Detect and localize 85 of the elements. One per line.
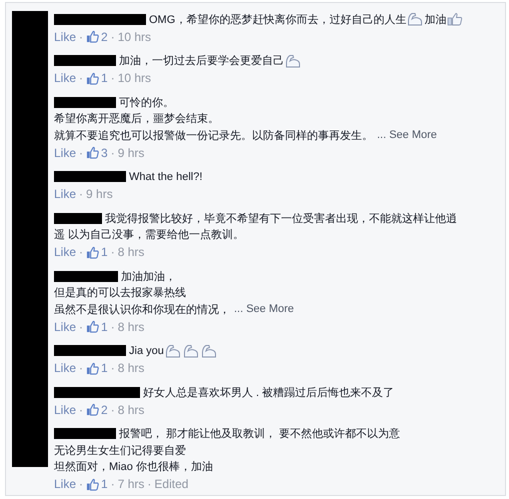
like-count: 2 (101, 30, 108, 44)
flexed-arm-icon (200, 344, 217, 358)
comment-time: 8 hrs (118, 361, 144, 375)
comment-text: 遥 以为自己没事，需要给他一点教训。 (54, 228, 244, 242)
see-more-link[interactable]: ... See More (234, 303, 294, 316)
thumbs-up-icon (86, 478, 100, 490)
comment-text: 虽然不是很认识你和你现在的情况， (54, 302, 230, 317)
separator-dot: · (110, 245, 115, 259)
see-more-link[interactable]: ... See More (377, 129, 437, 142)
comment-text: OMG，希望你的恶梦赶快离你而去，过好自己的人生 (149, 12, 406, 27)
comment-text: 但是真的可以去报家暴热线 (54, 286, 186, 300)
like-count: 3 (101, 146, 108, 160)
separator-dot: · (147, 477, 152, 491)
thumbs-up-icon (86, 30, 100, 43)
like-link[interactable]: Like (54, 361, 76, 375)
like-count: 1 (101, 245, 108, 259)
redaction-bar (54, 428, 116, 440)
redaction-bar (54, 345, 126, 356)
like-link[interactable]: Like (54, 320, 76, 334)
like-link[interactable]: Like (54, 187, 76, 201)
comment-text: 好女人总是喜欢坏男人 . 被糟蹋过后后悔也来不及了 (143, 386, 394, 400)
separator-dot: · (110, 402, 115, 416)
comment-text: 坦然面对，Miao 你也很棒，加油 (54, 460, 213, 474)
separator-dot: · (79, 320, 84, 334)
comment-text: 我觉得报警比较好，毕竟不希望有下一位受害者出现，不能就这样让他逍 (105, 212, 457, 226)
comment-time: 8 hrs (118, 402, 144, 416)
comment-text: 报警吧， 那才能让他及取教训， 要不然他或许都不以为意 (119, 427, 400, 442)
like-count: 1 (101, 477, 108, 491)
separator-dot: · (79, 71, 84, 85)
comment-time: 8 hrs (118, 245, 144, 259)
comment-time: 8 hrs (118, 320, 144, 334)
comment-time: 9 hrs (86, 187, 113, 201)
comment-time: 9 hrs (118, 146, 144, 160)
separator-dot: · (79, 245, 84, 259)
thumbs-up-icon (86, 320, 100, 333)
flexed-arm-icon (407, 12, 424, 26)
like-count: 1 (101, 361, 108, 375)
like-count: 2 (101, 402, 108, 416)
comment-text: 加油加油， (121, 270, 176, 284)
comment-text: 希望你离开恶魔后，噩梦会结束。 (54, 112, 219, 126)
like-link[interactable]: Like (54, 245, 76, 259)
edited-label: Edited (154, 477, 188, 491)
separator-dot: · (79, 187, 84, 201)
flexed-arm-icon (164, 344, 181, 358)
like-link[interactable]: Like (54, 71, 76, 85)
like-count: 1 (101, 320, 108, 334)
comment-time: 10 hrs (118, 30, 152, 44)
like-link[interactable]: Like (54, 30, 76, 44)
comment-text: What the hell?! (129, 170, 202, 183)
comment-text: 可怜的你。 (119, 96, 174, 110)
comment-time: 10 hrs (118, 71, 152, 85)
thumbs-up-icon (86, 246, 100, 258)
separator-dot: · (79, 361, 84, 375)
thumbs-up-icon (86, 362, 100, 374)
comment-text: Jia you (129, 344, 164, 357)
comment-text: 加油，一切过去后要学会更爱自己 (119, 54, 284, 68)
separator-dot: · (79, 146, 84, 160)
comment-text: 就算不要追究也可以报警做一份记录先。以防备同样的事再发生。 (54, 128, 373, 143)
separator-dot: · (79, 477, 84, 491)
separator-dot: · (110, 30, 115, 44)
thumbs-up-icon (447, 12, 464, 26)
redaction-bar (54, 96, 116, 108)
comment-text: 加油 (424, 12, 446, 27)
separator-dot: · (79, 30, 84, 44)
redaction-bar (54, 270, 118, 282)
flexed-arm-icon (285, 54, 301, 68)
separator-dot: · (110, 320, 115, 334)
comment-text: 无论男生女生们记得要自爱 (54, 444, 186, 458)
redaction-bar (54, 171, 126, 182)
separator-dot: · (79, 402, 84, 416)
redaction-bar (54, 212, 102, 224)
redaction-bar (54, 55, 116, 66)
separator-dot: · (110, 477, 115, 491)
thumbs-up-icon (86, 146, 100, 159)
flexed-arm-icon (182, 344, 199, 358)
like-count: 1 (101, 71, 108, 85)
thumbs-up-icon (86, 72, 100, 84)
separator-dot: · (110, 146, 115, 160)
like-link[interactable]: Like (54, 146, 76, 160)
separator-dot: · (110, 71, 115, 85)
like-link[interactable]: Like (54, 402, 76, 416)
like-link[interactable]: Like (54, 477, 76, 491)
separator-dot: · (110, 361, 115, 375)
thumbs-up-icon (86, 403, 100, 416)
comment-time: 7 hrs (118, 477, 144, 491)
